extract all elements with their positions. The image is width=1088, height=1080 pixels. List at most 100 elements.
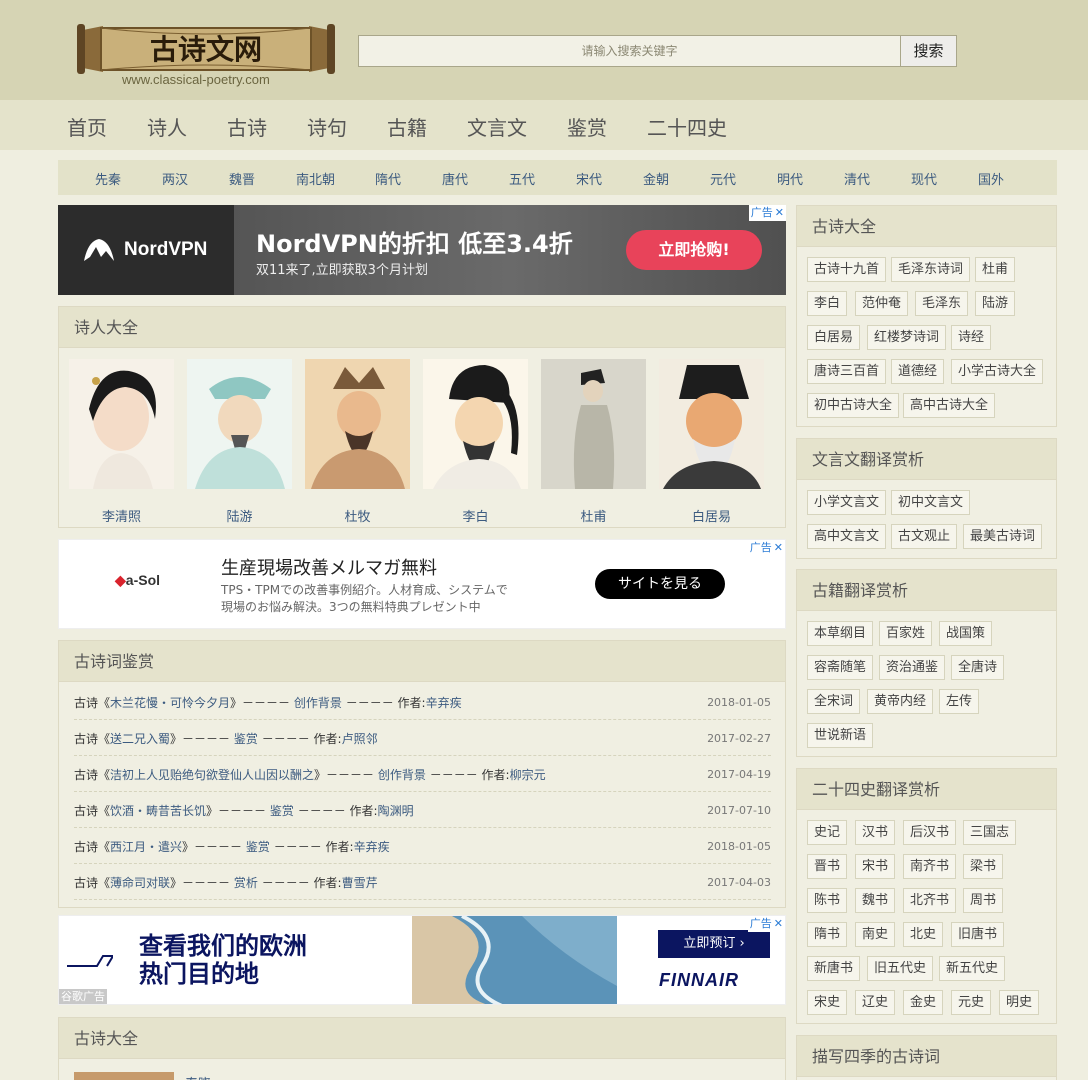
tag-link[interactable]: 北齐书 [903, 888, 957, 913]
tag-link[interactable]: 李白 [807, 291, 848, 316]
nav-classical-chinese[interactable]: 文言文 [467, 112, 527, 141]
poem-link[interactable]: 木兰花慢・可怜今夕月 [110, 696, 230, 710]
tag-link[interactable]: 旧五代史 [867, 956, 934, 981]
tag-link[interactable]: 红楼梦诗词 [867, 325, 947, 350]
tag-link[interactable]: 最美古诗词 [963, 524, 1043, 549]
tag-link[interactable]: 梁书 [963, 854, 1004, 879]
tag-link[interactable]: 唐诗三百首 [807, 359, 887, 384]
tag-link[interactable]: 古诗十九首 [807, 257, 887, 282]
tag-link[interactable]: 陈书 [807, 888, 848, 913]
tag-link[interactable]: 汉书 [855, 820, 896, 845]
tag-link[interactable]: 史记 [807, 820, 848, 845]
tag-link[interactable]: 元史 [951, 990, 992, 1015]
dynasty-link[interactable]: 魏晋 [229, 169, 255, 188]
poem-link[interactable]: 饮酒・畴昔苦长饥 [110, 804, 206, 818]
dynasty-link[interactable]: 元代 [710, 169, 736, 188]
tag-link[interactable]: 黄帝内经 [867, 689, 934, 714]
dynasty-link[interactable]: 宋代 [576, 169, 602, 188]
tag-link[interactable]: 战国策 [939, 621, 993, 646]
nav-home[interactable]: 首页 [67, 112, 107, 141]
ad-choices-label[interactable]: 广告 ✕ [747, 916, 785, 932]
tag-link[interactable]: 毛泽东诗词 [891, 257, 971, 282]
tag-link[interactable]: 毛泽东 [915, 291, 969, 316]
dynasty-link[interactable]: 现代 [911, 169, 937, 188]
tag-link[interactable]: 古文观止 [891, 524, 958, 549]
tag-link[interactable]: 全唐诗 [951, 655, 1005, 680]
dynasty-link[interactable]: 国外 [978, 169, 1004, 188]
tag-link[interactable]: 周书 [963, 888, 1004, 913]
dynasty-link[interactable]: 两汉 [162, 169, 188, 188]
nav-24-histories[interactable]: 二十四史 [647, 112, 727, 141]
tag-link[interactable]: 后汉书 [903, 820, 957, 845]
poem-link[interactable]: 薄命司对联 [110, 876, 170, 890]
tag-link[interactable]: 金史 [903, 990, 944, 1015]
tag-link[interactable]: 全宋词 [807, 689, 861, 714]
dynasty-link[interactable]: 明代 [777, 169, 803, 188]
tag-link[interactable]: 旧唐书 [951, 922, 1005, 947]
tag-link[interactable]: 晋书 [807, 854, 848, 879]
article-type-link[interactable]: 鉴赏 [246, 840, 270, 854]
tag-link[interactable]: 资治通鉴 [879, 655, 946, 680]
author-link[interactable]: 辛弃疾 [354, 840, 390, 854]
poet-name[interactable]: 杜甫 [541, 506, 646, 525]
poet-card[interactable]: 陆游 [187, 359, 292, 525]
ad-choices-label[interactable]: 广告 ✕ [748, 205, 786, 221]
poet-name[interactable]: 陆游 [187, 506, 292, 525]
dynasty-link[interactable]: 南北朝 [296, 169, 335, 188]
tag-link[interactable]: 白居易 [807, 325, 861, 350]
nordvpn-cta-button[interactable]: 立即抢购! [626, 230, 762, 270]
dynasty-link[interactable]: 五代 [509, 169, 535, 188]
poet-card[interactable]: 白居易 [659, 359, 764, 525]
tag-link[interactable]: 宋史 [807, 990, 848, 1015]
ad-choices-label[interactable]: 广告 ✕ [747, 540, 785, 556]
finnair-ad[interactable]: 查看我们的欧洲 热门目的地 立即预订 › FINNAIR 谷歌广告 广告 ✕ [58, 915, 786, 1005]
tag-link[interactable]: 三国志 [963, 820, 1017, 845]
dynasty-link[interactable]: 清代 [844, 169, 870, 188]
tag-link[interactable]: 明史 [999, 990, 1040, 1015]
tag-link[interactable]: 杜甫 [975, 257, 1016, 282]
poem-link[interactable]: 西江月・遣兴 [110, 840, 182, 854]
dynasty-link[interactable]: 先秦 [95, 169, 121, 188]
tag-link[interactable]: 世说新语 [807, 723, 874, 748]
tag-link[interactable]: 新唐书 [807, 956, 861, 981]
tag-link[interactable]: 陆游 [975, 291, 1016, 316]
tag-link[interactable]: 初中文言文 [891, 490, 971, 515]
asol-ad[interactable]: ◆a-Sol 生産現場改善メルマガ無料 TPS・TPMでの改善事例紹介。人材育成… [58, 539, 786, 629]
search-button[interactable]: 搜索 [900, 35, 957, 67]
tag-link[interactable]: 高中文言文 [807, 524, 887, 549]
article-type-link[interactable]: 赏析 [234, 876, 258, 890]
nav-poets[interactable]: 诗人 [147, 112, 187, 141]
poem-thumbnail[interactable] [74, 1072, 174, 1080]
tag-link[interactable]: 宋书 [855, 854, 896, 879]
tag-link[interactable]: 范仲奄 [855, 291, 909, 316]
poet-name[interactable]: 李白 [423, 506, 528, 525]
poem-link[interactable]: 送二兄入蜀 [110, 732, 170, 746]
poem-link[interactable]: 洁初上人见贻绝句欲登仙人山因以酬之 [110, 768, 314, 782]
dynasty-link[interactable]: 隋代 [375, 169, 401, 188]
nav-poems[interactable]: 古诗 [227, 112, 267, 141]
tag-link[interactable]: 小学古诗大全 [951, 359, 1044, 384]
nav-verses[interactable]: 诗句 [307, 112, 347, 141]
close-icon[interactable]: ✕ [774, 540, 783, 556]
finnair-cta-button[interactable]: 立即预订 › [658, 930, 770, 958]
article-type-link[interactable]: 创作背景 [378, 768, 426, 782]
asol-cta-button[interactable]: サイトを見る [595, 569, 725, 599]
tag-link[interactable]: 隋书 [807, 922, 848, 947]
author-link[interactable]: 柳宗元 [510, 768, 546, 782]
poet-card[interactable]: 杜牧 [305, 359, 410, 525]
tag-link[interactable]: 南齐书 [903, 854, 957, 879]
poet-card[interactable]: 李清照 [69, 359, 174, 525]
tag-link[interactable]: 高中古诗大全 [903, 393, 996, 418]
poet-card[interactable]: 李白 [423, 359, 528, 525]
close-icon[interactable]: ✕ [774, 916, 783, 932]
dynasty-link[interactable]: 金朝 [643, 169, 669, 188]
poet-name[interactable]: 杜牧 [305, 506, 410, 525]
tag-link[interactable]: 南史 [855, 922, 896, 947]
author-link[interactable]: 辛弃疾 [426, 696, 462, 710]
poet-card[interactable]: 杜甫 [541, 359, 646, 525]
tag-link[interactable]: 新五代史 [939, 956, 1006, 981]
author-link[interactable]: 卢照邻 [342, 732, 378, 746]
tag-link[interactable]: 魏书 [855, 888, 896, 913]
tag-link[interactable]: 辽史 [855, 990, 896, 1015]
poet-name[interactable]: 李清照 [69, 506, 174, 525]
